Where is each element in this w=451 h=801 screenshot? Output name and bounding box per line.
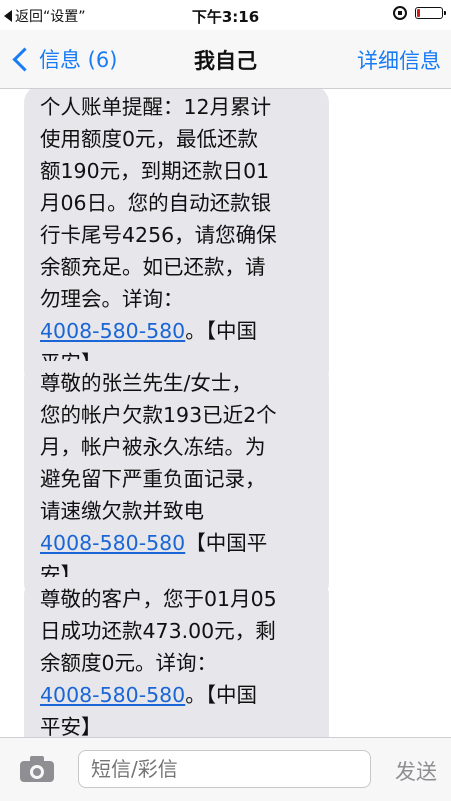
status-icons [393, 6, 446, 20]
camera-icon[interactable] [20, 756, 54, 782]
message-line: 个人账单提醒：12月累计 [40, 95, 272, 119]
message-line: 您的帐户欠款193已近2个 [40, 403, 277, 427]
message-text: 。【中国 [185, 319, 257, 343]
message-line: 避免留下严重负面记录， [40, 467, 266, 491]
status-bar: 返回“设置” 下午3:16 [0, 0, 451, 30]
phone-link[interactable]: 4008-580-580 [40, 683, 185, 707]
message-line: 使用额度0元，最低还款 [40, 127, 259, 151]
orientation-lock-icon [393, 6, 407, 20]
message-line: 日成功还款473.00元，剩 [40, 619, 276, 643]
message-bubble[interactable]: 尊敬的张兰先生/女士， 您的帐户欠款193已近2个 月，帐户被永久冻结。为 避免… [24, 361, 329, 601]
phone-link[interactable]: 4008-580-580 [40, 319, 185, 343]
message-line: 平安】 [40, 715, 102, 737]
message-line: 余额度0元。详询： [40, 651, 218, 675]
message-line: 月06日。您的自动还款银 [40, 191, 272, 215]
message-bubble[interactable]: 个人账单提醒：12月累计 使用额度0元，最低还款 额190元，到期还款日01 月… [24, 89, 329, 389]
message-text: 。【中国 [185, 683, 257, 707]
send-button[interactable]: 发送 [395, 756, 437, 786]
message-line: 余额充足。如已还款，请 [40, 255, 266, 279]
message-line: 额190元，到期还款日01 [40, 159, 270, 183]
message-line: 勿理会。详询： [40, 287, 184, 311]
message-line: 请速缴欠款并致电 [40, 499, 204, 523]
status-time: 下午3:16 [191, 8, 260, 26]
message-list[interactable]: 个人账单提醒：12月累计 使用额度0元，最低还款 额190元，到期还款日01 月… [0, 89, 451, 737]
battery-icon [415, 7, 446, 19]
message-line: 行卡尾号4256，请您确保 [40, 223, 277, 247]
phone-link[interactable]: 4008-580-580 [40, 531, 185, 555]
compose-bar: 发送 [0, 737, 451, 801]
message-input[interactable] [78, 750, 371, 788]
details-button[interactable]: 详细信息 [357, 45, 441, 75]
message-line: 尊敬的客户，您于01月05 [40, 587, 277, 611]
navigation-bar: 信息 (6) 我自己 详细信息 [0, 30, 451, 89]
message-text: 【中国平 [185, 531, 268, 555]
message-line: 尊敬的张兰先生/女士， [40, 371, 252, 395]
message-line: 月，帐户被永久冻结。为 [40, 435, 266, 459]
message-bubble[interactable]: 尊敬的客户，您于01月05 日成功还款473.00元，剩 余额度0元。详询： 4… [24, 577, 329, 737]
